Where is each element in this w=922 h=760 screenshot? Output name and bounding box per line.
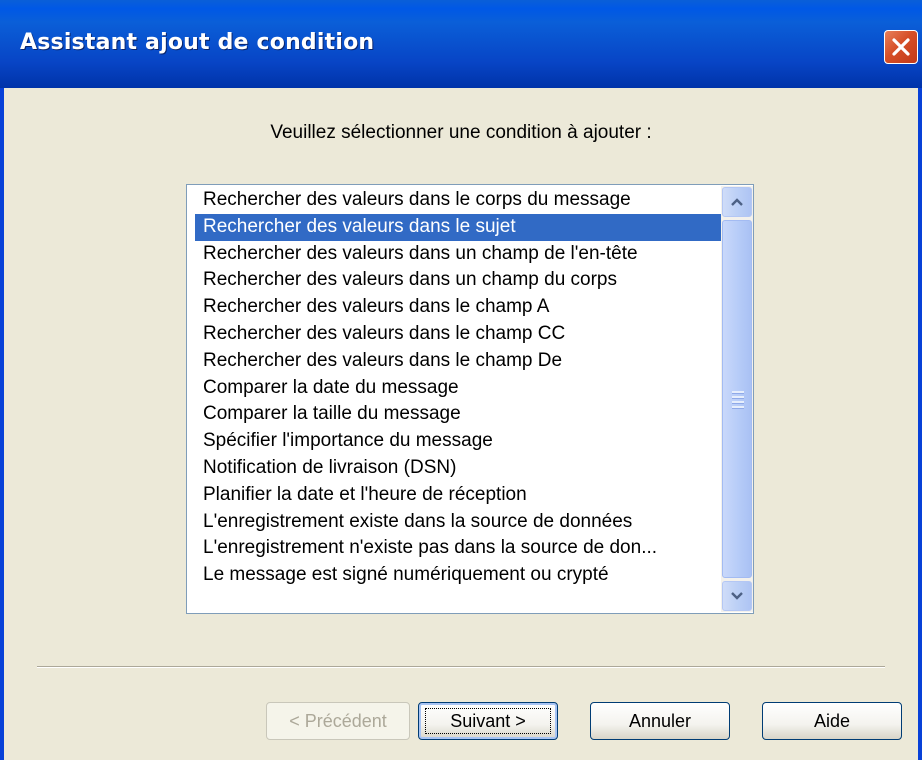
- title-bar[interactable]: Assistant ajout de condition: [0, 0, 922, 88]
- chevron-up-icon: [731, 198, 743, 206]
- condition-list-item[interactable]: Rechercher des valeurs dans le champ CC: [195, 321, 721, 348]
- condition-list-item[interactable]: Rechercher des valeurs dans le corps du …: [195, 187, 721, 214]
- next-button-label: Suivant >: [450, 711, 526, 731]
- close-button[interactable]: [884, 30, 918, 64]
- condition-list-item[interactable]: Planifier la date et l'heure de réceptio…: [195, 482, 721, 509]
- condition-list-item[interactable]: L'enregistrement existe dans la source d…: [195, 509, 721, 536]
- separator-line: [37, 666, 885, 668]
- close-icon: [892, 38, 910, 56]
- cancel-button[interactable]: Annuler: [590, 702, 730, 740]
- condition-list-item[interactable]: Rechercher des valeurs dans le champ De: [195, 348, 721, 375]
- condition-list-item[interactable]: Rechercher des valeurs dans le champ A: [195, 294, 721, 321]
- condition-list-item[interactable]: Rechercher des valeurs dans un champ du …: [195, 267, 721, 294]
- previous-button[interactable]: < Précédent: [266, 702, 410, 740]
- vertical-scrollbar[interactable]: [721, 186, 753, 612]
- dialog-window: Assistant ajout de condition Veuillez sé…: [0, 0, 922, 760]
- scroll-down-button[interactable]: [722, 581, 752, 611]
- scroll-up-button[interactable]: [722, 187, 752, 217]
- condition-list-item[interactable]: Comparer la taille du message: [195, 401, 721, 428]
- window-title: Assistant ajout de condition: [20, 30, 375, 55]
- condition-listbox[interactable]: Rechercher des valeurs dans le corps du …: [186, 184, 754, 614]
- next-button[interactable]: Suivant >: [418, 702, 558, 740]
- condition-list-item[interactable]: L'enregistrement n'existe pas dans la so…: [195, 535, 721, 562]
- condition-list-item[interactable]: Spécifier l'importance du message: [195, 428, 721, 455]
- condition-list-item[interactable]: Comparer la date du message: [195, 375, 721, 402]
- scroll-grip-icon: [732, 391, 744, 411]
- instruction-text: Veuillez sélectionner une condition à aj…: [270, 122, 652, 143]
- chevron-down-icon: [731, 592, 743, 600]
- condition-list-item[interactable]: Notification de livraison (DSN): [195, 455, 721, 482]
- condition-list-item[interactable]: Le message est signé numériquement ou cr…: [195, 562, 721, 589]
- condition-list: Rechercher des valeurs dans le corps du …: [195, 187, 721, 589]
- condition-list-item[interactable]: Rechercher des valeurs dans un champ de …: [195, 241, 721, 268]
- window-border-left: [0, 88, 4, 760]
- scroll-thumb[interactable]: [722, 220, 752, 578]
- help-button[interactable]: Aide: [762, 702, 902, 740]
- window-border-right: [918, 88, 922, 760]
- condition-list-item[interactable]: Rechercher des valeurs dans le sujet: [195, 213, 721, 241]
